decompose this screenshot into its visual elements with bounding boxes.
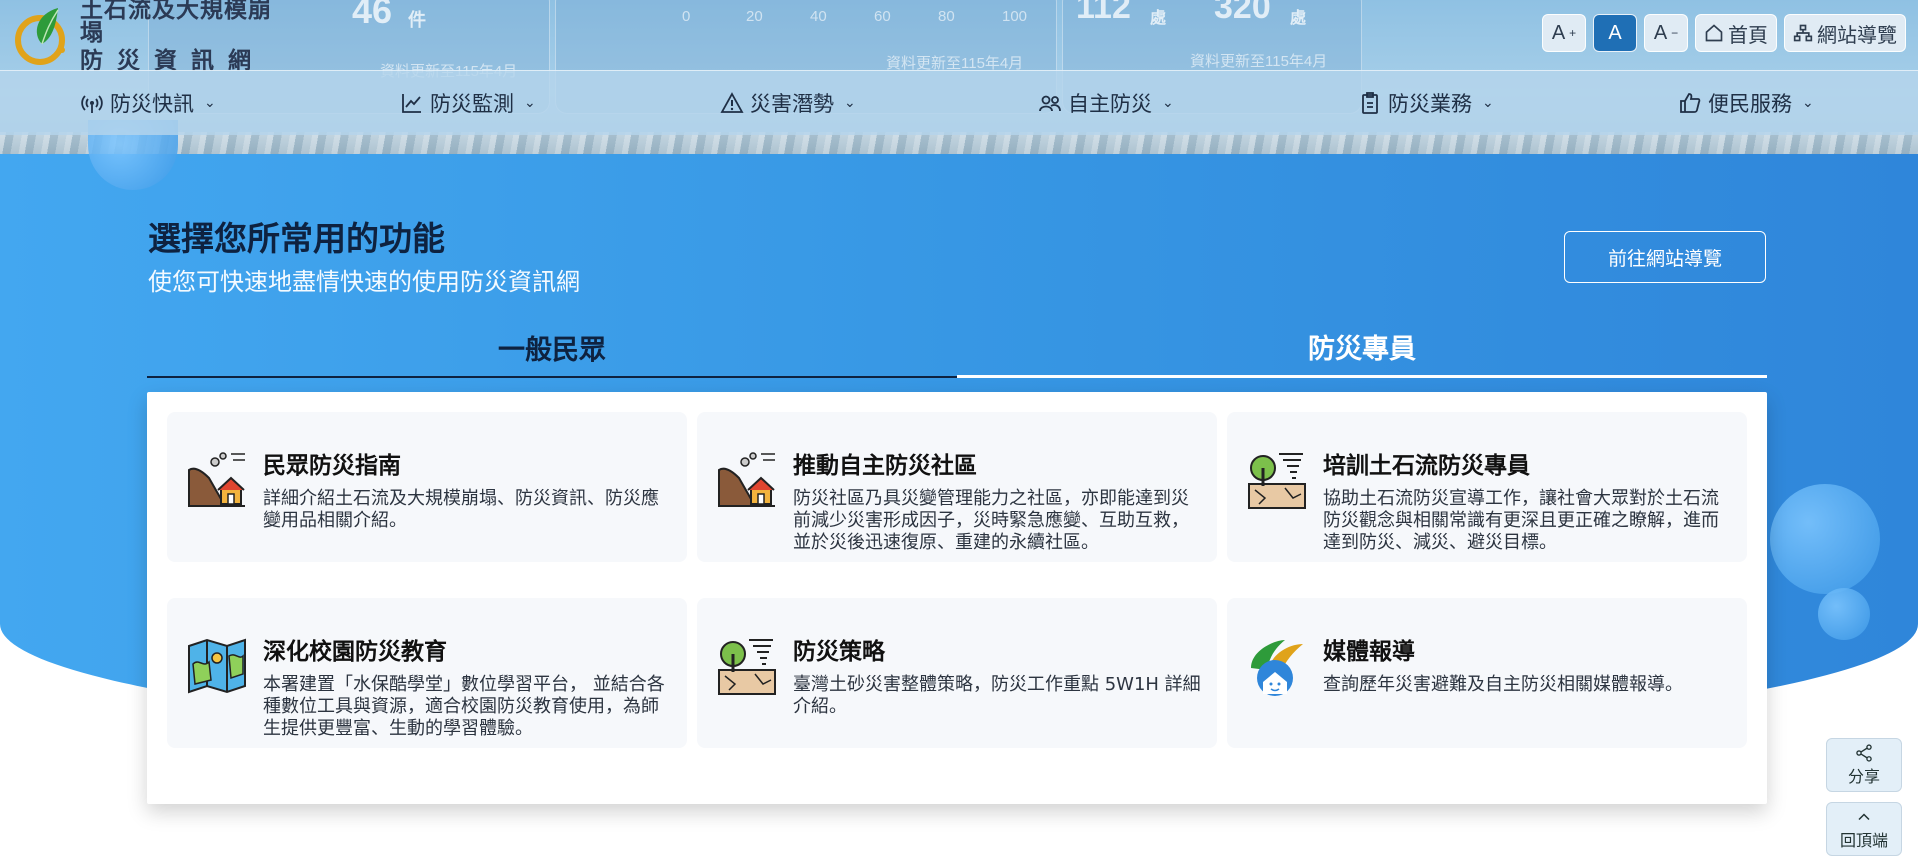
nav-label: 自主防災 xyxy=(1068,92,1152,116)
nav-item-hazard[interactable]: 災害潛勢 ⌄ xyxy=(720,87,856,119)
card-desc: 協助土石流防災宣導工作，讓社會大眾對於土石流防災觀念與相關常識有更深且更正確之瞭… xyxy=(1323,488,1719,553)
sitemap-label: 網站導覽 xyxy=(1817,24,1897,47)
tab-disaster-specialist[interactable]: 防災專員 xyxy=(957,318,1767,378)
map-icon xyxy=(188,638,246,694)
decor-bubble xyxy=(1818,588,1870,640)
card-desc: 詳細介紹土石流及大規模崩塌、防災資訊、防災應變用品相關介紹。 xyxy=(263,488,659,531)
card-specialist-training[interactable]: 培訓土石流防災專員 協助土石流防災宣導工作，讓社會大眾對於土石流防災觀念與相關常… xyxy=(1227,412,1747,562)
card-community[interactable]: 推動自主防災社區 防災社區乃具災變管理能力之社區，亦即能達到災前減少災害形成因子… xyxy=(697,412,1217,562)
goto-sitemap-button[interactable]: 前往網站導覽 xyxy=(1564,231,1766,283)
font-normal-label: A xyxy=(1608,21,1622,44)
chevron-down-icon: ⌄ xyxy=(1482,95,1494,111)
back-to-top-label: 回頂端 xyxy=(1839,831,1888,850)
section-title: 選擇您所常用的功能 xyxy=(148,219,445,258)
font-size-smaller-button[interactable]: A − xyxy=(1644,14,1688,52)
nav-item-community[interactable]: 自主防災 ⌄ xyxy=(1038,87,1174,119)
decor-bubble xyxy=(1770,484,1880,594)
font-larger-label: A xyxy=(1551,21,1566,44)
chevron-down-icon: ⌄ xyxy=(1802,95,1814,111)
landslide-house-icon xyxy=(718,452,775,507)
site-logo[interactable]: 土石流及大規模崩塌 防災資訊網 xyxy=(12,0,292,72)
nav-label: 防災監測 xyxy=(430,92,514,116)
home-button[interactable]: 首頁 xyxy=(1695,14,1777,52)
card-title: 民眾防災指南 xyxy=(263,453,401,479)
nav-label: 防災快訊 xyxy=(110,92,194,116)
card-title: 推動自主防災社區 xyxy=(793,453,977,479)
card-desc: 查詢歷年災害避難及自主防災相關媒體報導。 xyxy=(1323,674,1683,695)
warning-icon xyxy=(720,92,744,113)
card-title: 媒體報導 xyxy=(1323,639,1415,665)
card-title: 深化校園防災教育 xyxy=(263,639,447,665)
tab-general-public[interactable]: 一般民眾 xyxy=(147,318,957,378)
card-desc: 本署建置「水保酷學堂」數位學習平台， 並結合各種數位工具與資源，適合校園防災教育… xyxy=(263,674,665,739)
share-icon xyxy=(1856,744,1872,762)
house-leaf-icon xyxy=(1251,640,1303,696)
share-label: 分享 xyxy=(1847,767,1880,786)
function-card-panel: 民眾防災指南 詳細介紹土石流及大規模崩塌、防災資訊、防災應變用品相關介紹。 推動… xyxy=(147,392,1767,804)
audience-tabs: 一般民眾 防災專員 xyxy=(147,318,1767,378)
back-to-top-button[interactable]: 回頂端 xyxy=(1826,802,1902,856)
nav-item-business[interactable]: 防災業務 ⌄ xyxy=(1358,87,1494,119)
card-desc: 臺灣土砂災害整體策略，防災工作重點 5W1H 詳細介紹。 xyxy=(793,674,1201,717)
logo-title-line1: 土石流及大規模崩塌 xyxy=(80,0,272,46)
tree-tornado-icon xyxy=(718,639,776,695)
logo-leaf-icon xyxy=(12,4,72,66)
section-subtitle: 使您可快速地盡情快速的使用防災資訊網 xyxy=(148,268,580,296)
chevron-down-icon: ⌄ xyxy=(204,95,216,111)
font-size-larger-button[interactable]: A + xyxy=(1542,14,1586,52)
card-campus-education[interactable]: 深化校園防災教育 本署建置「水保酷學堂」數位學習平台， 並結合各種數位工具與資源… xyxy=(167,598,687,748)
nav-item-monitoring[interactable]: 防災監測 ⌄ xyxy=(400,87,536,119)
home-label: 首頁 xyxy=(1728,24,1768,47)
card-media-reports[interactable]: 媒體報導 查詢歷年災害避難及自主防災相關媒體報導。 xyxy=(1227,598,1747,748)
card-title: 防災策略 xyxy=(793,639,885,665)
font-smaller-label: A xyxy=(1653,21,1668,44)
main-nav: 防災快訊 ⌄ 防災監測 ⌄ 災害潛勢 ⌄ 自主防災 ⌄ 防災業務 ⌄ 便民服務 ⌄ xyxy=(0,70,1918,135)
nav-item-service[interactable]: 便民服務 ⌄ xyxy=(1678,87,1814,119)
nav-label: 防災業務 xyxy=(1388,92,1472,116)
clipboard-icon xyxy=(1362,92,1378,114)
header-tools: A + A A − 首頁 網站導覽 xyxy=(1542,14,1906,52)
chevron-down-icon: ⌄ xyxy=(1162,95,1174,111)
sitemap-icon xyxy=(1793,24,1813,42)
chart-line-icon xyxy=(402,94,421,113)
chevron-down-icon: ⌄ xyxy=(524,95,536,111)
chevron-down-icon: ⌄ xyxy=(844,95,856,111)
tree-tornado-icon xyxy=(1248,453,1306,509)
thumb-up-icon xyxy=(1680,93,1701,113)
home-icon xyxy=(1705,24,1723,42)
landslide-house-icon xyxy=(188,452,245,507)
nav-label: 災害潛勢 xyxy=(750,92,834,116)
card-title: 培訓土石流防災專員 xyxy=(1323,453,1530,479)
broadcast-icon xyxy=(81,95,103,113)
sitemap-button[interactable]: 網站導覽 xyxy=(1784,14,1906,52)
banner-image-strip xyxy=(0,132,1918,156)
card-desc: 防災社區乃具災變管理能力之社區，亦即能達到災前減少災害形成因子，災時緊急應變、互… xyxy=(793,488,1189,553)
nav-item-news[interactable]: 防災快訊 ⌄ xyxy=(80,87,216,119)
logo-title-line2: 防災資訊網 xyxy=(80,47,265,74)
chevron-up-icon xyxy=(1858,813,1870,821)
people-icon xyxy=(1039,95,1061,112)
card-public-guide[interactable]: 民眾防災指南 詳細介紹土石流及大規模崩塌、防災資訊、防災應變用品相關介紹。 xyxy=(167,412,687,562)
card-strategy[interactable]: 防災策略 臺灣土砂災害整體策略，防災工作重點 5W1H 詳細介紹。 xyxy=(697,598,1217,748)
nav-label: 便民服務 xyxy=(1708,92,1792,116)
font-size-normal-button[interactable]: A xyxy=(1593,14,1637,52)
share-button[interactable]: 分享 xyxy=(1826,738,1902,792)
